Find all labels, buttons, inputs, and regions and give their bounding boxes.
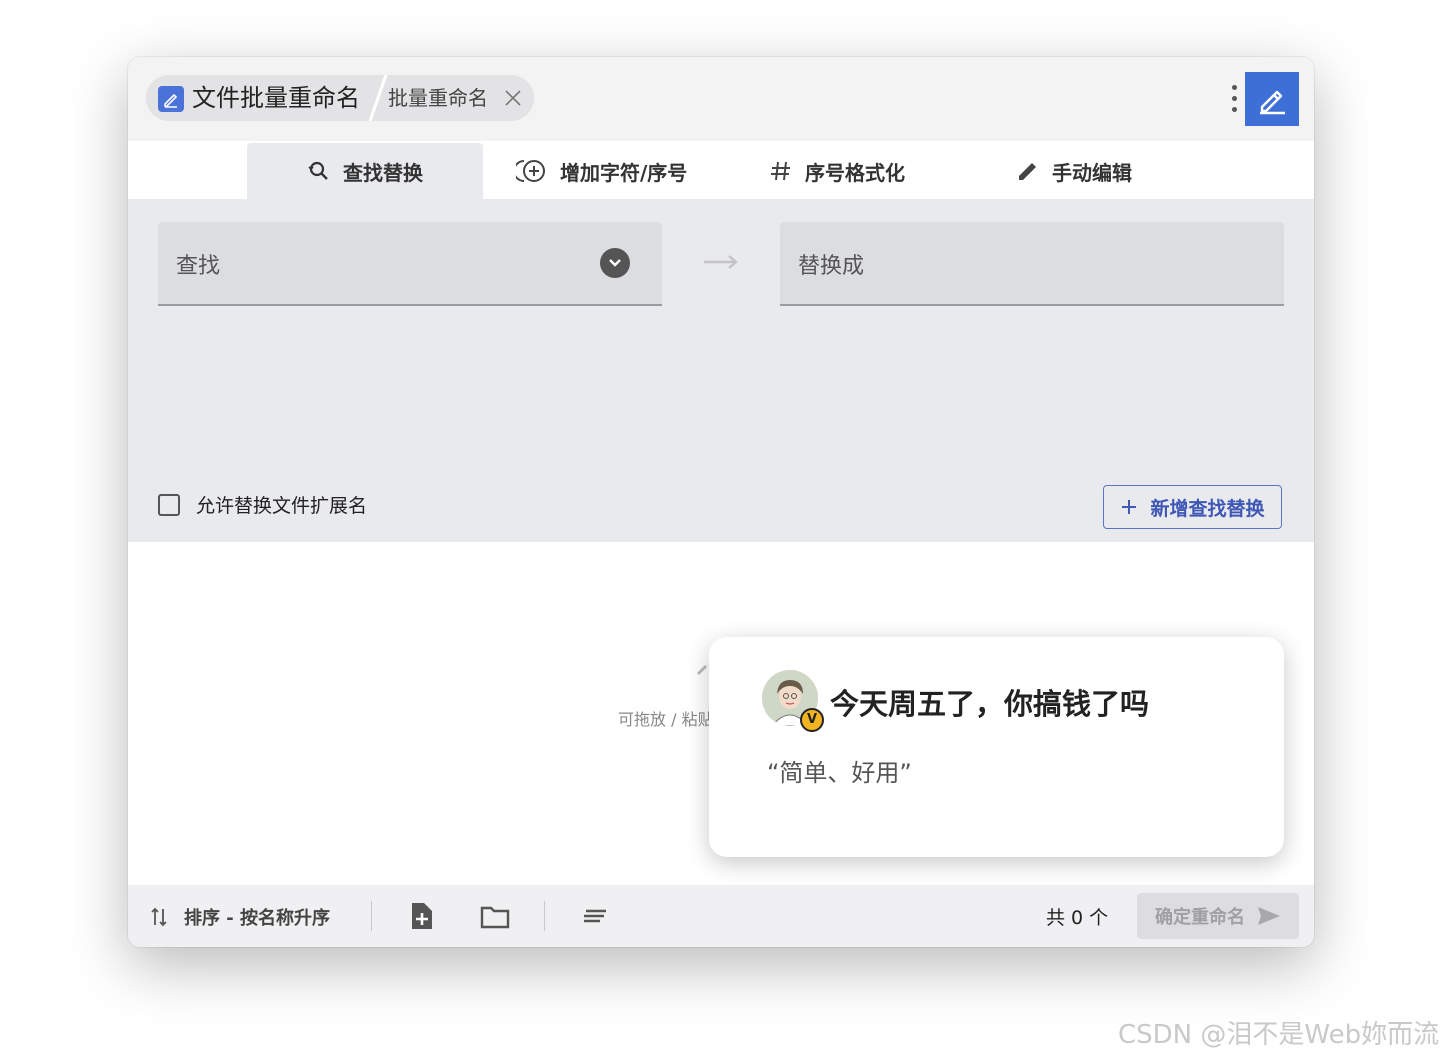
pencil-icon <box>1260 90 1285 115</box>
tab-label: 增加字符/序号 <box>560 160 688 185</box>
bottom-bar: 排序 - 按名称升序 共 0 个 确定重命名 <box>128 885 1314 947</box>
list-icon[interactable] <box>580 901 610 931</box>
more-menu-icon[interactable] <box>1226 81 1242 117</box>
find-field[interactable]: 查找 <box>158 222 662 306</box>
app-title[interactable]: 文件批量重命名 <box>192 83 360 113</box>
allow-extension-option[interactable]: 允许替换文件扩展名 <box>158 491 367 518</box>
replace-label: 替换成 <box>798 254 865 279</box>
verified-badge: V <box>800 708 824 732</box>
arrow-right-icon <box>704 255 738 269</box>
sort-button[interactable]: 排序 - 按名称升序 <box>150 904 330 930</box>
allow-extension-checkbox[interactable] <box>158 493 180 516</box>
tab-label: 查找替换 <box>343 160 423 185</box>
tab-label: 手动编辑 <box>1052 160 1132 185</box>
tab-bar: 查找替换 增加字符/序号 序号格式化 手动编辑 <box>128 141 1314 199</box>
divider <box>544 901 545 931</box>
tab-add-chars[interactable]: 增加字符/序号 <box>516 143 687 199</box>
edit-mode-button[interactable] <box>1245 72 1299 126</box>
tab-number-format[interactable]: 序号格式化 <box>769 143 905 199</box>
confirm-rename-label: 确定重命名 <box>1155 907 1245 928</box>
send-icon <box>1258 907 1280 925</box>
allow-extension-label: 允许替换文件扩展名 <box>196 495 368 517</box>
add-circle-icon <box>516 160 545 182</box>
replace-field[interactable]: 替换成 <box>780 222 1284 306</box>
find-replace-panel: 查找 替换成 允许替换文件扩展名 新增查找替换 <box>128 199 1314 542</box>
plus-icon <box>1122 500 1137 514</box>
add-find-replace-label: 新增查找替换 <box>1150 497 1265 520</box>
popup-quote: “简单、好用” <box>767 759 912 787</box>
watermark: CSDN @泪不是Web妳而流 <box>1118 1020 1440 1050</box>
add-find-replace-button[interactable]: 新增查找替换 <box>1103 485 1282 529</box>
breadcrumb-separator <box>368 75 388 121</box>
pencil-icon <box>1019 163 1036 180</box>
find-replace-icon <box>308 161 328 180</box>
app-edit-icon <box>158 86 184 112</box>
tab-label: 序号格式化 <box>805 160 905 185</box>
confirm-rename-button[interactable]: 确定重命名 <box>1137 893 1299 939</box>
hash-icon <box>771 161 790 181</box>
sort-icon <box>151 907 167 927</box>
breadcrumb: 文件批量重命名 批量重命名 <box>146 75 534 121</box>
add-file-icon[interactable] <box>406 901 436 931</box>
tab-manual-edit[interactable]: 手动编辑 <box>1016 143 1132 199</box>
drop-hint: 可拖放 / 粘贴 <box>618 710 714 729</box>
popup-title: 今天周五了，你搞钱了吗 <box>830 687 1150 721</box>
breadcrumb-current[interactable]: 批量重命名 <box>388 86 488 110</box>
popup-card: V 今天周五了，你搞钱了吗 “简单、好用” <box>709 637 1284 857</box>
tab-find-replace[interactable]: 查找替换 <box>247 143 483 199</box>
divider <box>371 901 372 931</box>
chevron-down-icon[interactable] <box>600 248 630 278</box>
file-count: 共 0 个 <box>1046 907 1109 929</box>
add-folder-icon[interactable] <box>480 901 510 931</box>
sort-label: 排序 - 按名称升序 <box>184 908 331 929</box>
find-label: 查找 <box>176 254 221 279</box>
title-bar: 文件批量重命名 批量重命名 <box>128 57 1314 141</box>
close-icon[interactable] <box>501 86 525 110</box>
